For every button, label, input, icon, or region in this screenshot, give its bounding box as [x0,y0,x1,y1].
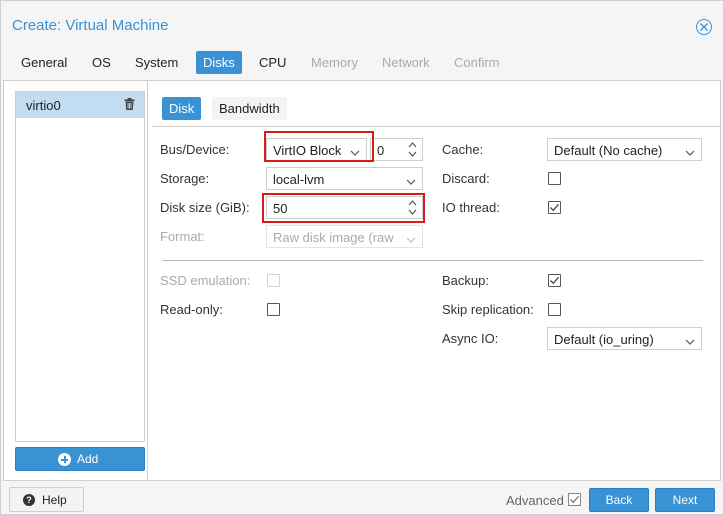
trash-icon[interactable] [124,98,135,113]
cache-select-value: Default (No cache) [554,143,663,158]
read-only-checkbox[interactable] [267,303,280,316]
backup-checkbox[interactable] [548,274,561,287]
device-index-value: 0 [377,143,385,158]
disk-device-list: virtio0 [15,91,145,442]
back-button[interactable]: Back [589,488,649,512]
discard-label: Discard: [442,171,490,186]
skip-replication-label: Skip replication: [442,302,534,317]
cache-select[interactable]: Default (No cache) [547,138,702,161]
tab-general[interactable]: General [14,51,74,74]
io-thread-checkbox[interactable] [548,201,561,214]
title-bar: Create: Virtual Machine [1,1,723,47]
io-thread-label: IO thread: [442,200,500,215]
subtab-bandwidth[interactable]: Bandwidth [212,97,287,120]
add-disk-button[interactable]: Add [15,447,145,471]
advanced-checkbox[interactable] [568,493,581,506]
device-index-spinner[interactable]: 0 [370,138,423,161]
tab-system[interactable]: System [128,51,185,74]
dialog-body: virtio0 Add Disk Bandwidth Bus/Device: V… [3,80,721,481]
highlight-box-bus [264,131,374,162]
skip-replication-checkbox[interactable] [548,303,561,316]
plus-circle-icon [58,453,71,466]
storage-select-value: local-lvm [273,172,325,187]
format-select-value: Raw disk image (raw [273,230,394,245]
highlight-box-disk-size [262,193,425,223]
backup-label: Backup: [442,273,489,288]
chevron-down-icon [406,174,416,189]
tab-memory: Memory [311,55,358,70]
subtab-disk[interactable]: Disk [162,97,202,120]
disk-settings-panel: Disk Bandwidth Bus/Device: VirtIO Block … [147,81,721,480]
section-divider [162,260,703,261]
close-icon[interactable] [696,19,712,35]
chevron-down-icon [406,232,416,247]
spinner-arrows-icon[interactable] [408,141,417,161]
bus-device-label: Bus/Device: [160,142,230,157]
chevron-down-icon [685,145,695,160]
ssd-emulation-checkbox [267,274,280,287]
storage-label: Storage: [160,171,210,186]
tab-confirm: Confirm [454,55,500,70]
help-label: Help [42,493,67,507]
add-label: Add [77,452,99,466]
question-circle-icon: ? [23,494,35,506]
disk-size-label: Disk size (GiB): [160,200,250,215]
cache-label: Cache: [442,142,484,157]
subtab-divider [152,126,721,127]
create-vm-dialog: Create: Virtual Machine General OS Syste… [0,0,724,515]
ssd-emulation-label: SSD emulation: [160,273,251,288]
read-only-label: Read-only: [160,302,223,317]
format-select: Raw disk image (raw [266,225,423,248]
advanced-label: Advanced [506,493,564,508]
tab-network: Network [382,55,430,70]
next-button[interactable]: Next [655,488,715,512]
async-io-label: Async IO: [442,331,499,346]
tab-os[interactable]: OS [85,51,118,74]
async-io-select[interactable]: Default (io_uring) [547,327,702,350]
tab-cpu[interactable]: CPU [252,51,293,74]
chevron-down-icon [685,334,695,349]
storage-select[interactable]: local-lvm [266,167,423,190]
device-label: virtio0 [26,98,61,113]
discard-checkbox[interactable] [548,172,561,185]
async-io-select-value: Default (io_uring) [554,332,654,347]
list-item-virtio0[interactable]: virtio0 [16,92,144,118]
help-button[interactable]: ? Help [9,487,84,512]
dialog-title: Create: Virtual Machine [12,17,169,34]
format-label: Format: [160,229,205,244]
tab-disks[interactable]: Disks [196,51,242,74]
